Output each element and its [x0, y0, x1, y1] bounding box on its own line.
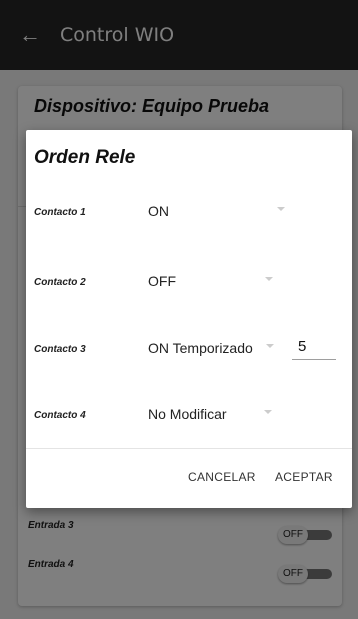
timer-input[interactable] — [292, 330, 336, 360]
accept-button[interactable]: ACEPTAR — [275, 470, 333, 484]
contacto-4-select[interactable]: No Modificar — [148, 406, 227, 422]
contacto-row: Contacto 4 No Modificar — [26, 396, 352, 436]
contacto-4-label: Contacto 4 — [34, 410, 86, 421]
contacto-3-select[interactable]: ON Temporizado — [148, 340, 253, 356]
contacto-2-label: Contacto 2 — [34, 277, 86, 288]
contacto-1-label: Contacto 1 — [34, 207, 86, 218]
chevron-down-icon[interactable] — [266, 344, 274, 348]
contacto-row: Contacto 3 ON Temporizado — [26, 330, 352, 370]
contacto-2-select[interactable]: OFF — [148, 273, 176, 289]
chevron-down-icon[interactable] — [264, 410, 272, 414]
chevron-down-icon[interactable] — [277, 207, 285, 211]
dialog-title: Orden Rele — [34, 147, 136, 168]
contacto-row: Contacto 2 OFF — [26, 263, 352, 303]
contacto-3-label: Contacto 3 — [34, 344, 86, 355]
cancel-button[interactable]: CANCELAR — [188, 470, 256, 484]
chevron-down-icon[interactable] — [265, 277, 273, 281]
contacto-row: Contacto 1 ON — [26, 193, 352, 233]
contacto-1-select[interactable]: ON — [148, 203, 169, 219]
dialog-divider — [26, 448, 352, 449]
orden-rele-dialog: Orden Rele Contacto 1 ON Contacto 2 OFF … — [26, 130, 352, 508]
